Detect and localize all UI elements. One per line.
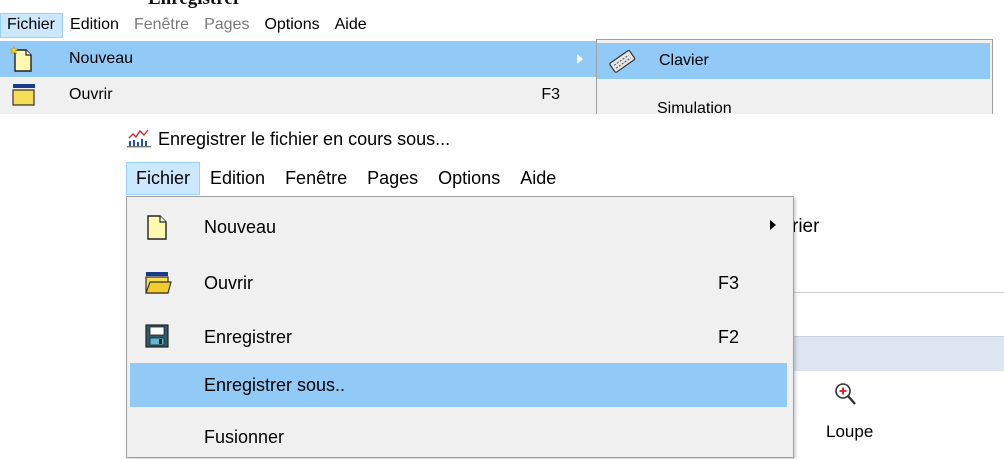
submenu-item-simulation[interactable]: Simulation — [657, 100, 732, 114]
submenu-item-clavier[interactable]: Clavier — [597, 43, 990, 79]
menu-item-nouveau[interactable]: Nouveau — [0, 41, 596, 77]
menu-aide[interactable]: Aide — [510, 162, 566, 195]
save-icon — [144, 323, 170, 354]
menu-pages[interactable]: Pages — [197, 13, 257, 38]
menu-item-label: Nouveau — [69, 50, 134, 67]
menu-fenetre[interactable]: Fenêtre — [275, 162, 357, 195]
menu-options[interactable]: Options — [257, 13, 327, 38]
submenu-arrow-icon — [576, 52, 584, 70]
new-document-icon — [144, 213, 170, 246]
menu-pages[interactable]: Pages — [357, 162, 428, 195]
file-menu-dropdown-top: Nouveau Ouvrir F3 — [0, 41, 597, 114]
menu-item-label: Fusionner — [204, 427, 285, 447]
menu-item-label: Enregistrer sous.. — [204, 375, 346, 395]
shortcut-label: F2 — [717, 327, 739, 347]
keyboard-icon — [607, 47, 637, 80]
toolbar-band — [780, 336, 1004, 371]
open-folder-icon — [10, 81, 38, 112]
menu-item-label: Ouvrir — [69, 86, 113, 103]
open-folder-icon — [144, 269, 172, 300]
divider — [780, 292, 1004, 293]
menu-options[interactable]: Options — [428, 162, 510, 195]
menu-item-ouvrir[interactable]: Ouvrir F3 — [130, 261, 787, 305]
window-title: Enregistrer le fichier en cours sous... — [158, 128, 451, 149]
loupe-button-label[interactable]: Loupe — [826, 422, 873, 442]
menu-item-label: Ouvrir — [204, 273, 253, 293]
window-title-bar: Enregistrer le fichier en cours sous... — [126, 124, 450, 154]
app-chart-icon — [126, 126, 152, 153]
submenu-arrow-icon — [769, 218, 777, 234]
menu-item-label: Enregistrer — [204, 327, 293, 347]
background-app-area: rier Loupe — [780, 196, 1004, 441]
nouveau-submenu: Clavier Simulation — [596, 39, 993, 114]
menu-item-enregistrer[interactable]: Enregistrer F2 — [130, 315, 787, 359]
menu-item-label: Nouveau — [204, 217, 277, 237]
menubar: Fichier Edition Fenêtre Pages Options Ai… — [126, 160, 826, 196]
menu-item-nouveau[interactable]: Nouveau — [130, 205, 787, 249]
menubar-top: Fichier Edition Fenêtre Pages Options Ai… — [0, 10, 1004, 40]
menu-item-enregistrer-sous[interactable]: Enregistrer sous.. — [130, 363, 787, 407]
new-document-icon — [9, 45, 36, 78]
menu-edition[interactable]: Edition — [200, 162, 275, 195]
menu-item-ouvrir[interactable]: Ouvrir F3 — [0, 77, 596, 113]
partial-label: rier — [792, 216, 820, 237]
menu-aide[interactable]: Aide — [328, 13, 375, 38]
shortcut-label: F3 — [541, 86, 560, 103]
menu-fichier[interactable]: Fichier — [126, 161, 201, 195]
submenu-item-label: Clavier — [659, 52, 709, 69]
menu-fichier[interactable]: Fichier — [0, 12, 64, 38]
menu-edition[interactable]: Edition — [63, 13, 127, 38]
top-screenshot-crop: Enregistrer Fichier Edition Fenêtre Page… — [0, 0, 1004, 114]
zoom-in-icon[interactable] — [834, 382, 858, 413]
shortcut-label: F3 — [717, 273, 739, 293]
menu-item-fusionner[interactable]: Fusionner — [130, 415, 787, 459]
partial-heading: Enregistrer — [148, 0, 241, 9]
file-menu-dropdown: Nouveau Ouvrir F3 Enregistrer F2 Enregis… — [126, 196, 794, 458]
menu-fenetre[interactable]: Fenêtre — [127, 13, 197, 38]
